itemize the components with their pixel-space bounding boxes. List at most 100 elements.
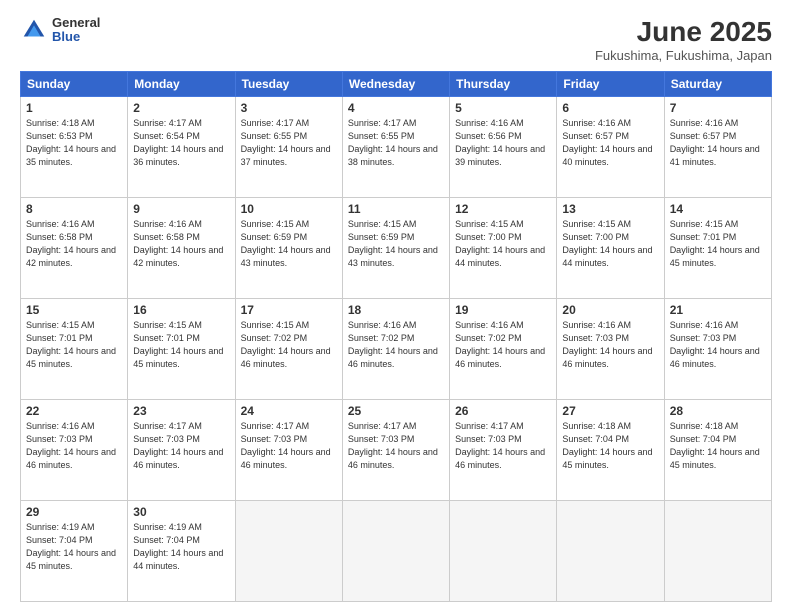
day-info: Sunrise: 4:17 AMSunset: 6:55 PMDaylight:…	[348, 117, 444, 169]
calendar-week-row: 8Sunrise: 4:16 AMSunset: 6:58 PMDaylight…	[21, 198, 772, 299]
calendar-day-17: 17Sunrise: 4:15 AMSunset: 7:02 PMDayligh…	[235, 299, 342, 400]
calendar-day-3: 3Sunrise: 4:17 AMSunset: 6:55 PMDaylight…	[235, 97, 342, 198]
day-number: 11	[348, 202, 444, 216]
day-info: Sunrise: 4:16 AMSunset: 6:56 PMDaylight:…	[455, 117, 551, 169]
calendar-day-13: 13Sunrise: 4:15 AMSunset: 7:00 PMDayligh…	[557, 198, 664, 299]
day-number: 14	[670, 202, 766, 216]
day-number: 25	[348, 404, 444, 418]
day-number: 19	[455, 303, 551, 317]
calendar-day-14: 14 Sunrise: 4:15 AMSunset: 7:01 PMDayligh…	[664, 198, 771, 299]
day-number: 16	[133, 303, 229, 317]
calendar-header-sunday: Sunday	[21, 72, 128, 97]
calendar-day-25: 25Sunrise: 4:17 AMSunset: 7:03 PMDayligh…	[342, 400, 449, 501]
calendar-day-empty	[450, 501, 557, 602]
calendar-day-20: 20 Sunrise: 4:16 AMSunset: 7:03 PMDayligh…	[557, 299, 664, 400]
day-info: Sunrise: 4:18 AMSunset: 6:53 PMDaylight:…	[26, 117, 122, 169]
calendar-day-4: 4 Sunrise: 4:17 AMSunset: 6:55 PMDaylight…	[342, 97, 449, 198]
day-info: Sunrise: 4:16 AMSunset: 7:02 PMDaylight:…	[455, 319, 551, 371]
calendar-day-9: 9 Sunrise: 4:16 AMSunset: 6:58 PMDaylight…	[128, 198, 235, 299]
calendar-week-row: 29 Sunrise: 4:19 AMSunset: 7:04 PMDayligh…	[21, 501, 772, 602]
day-info: Sunrise: 4:15 AMSunset: 7:00 PMDaylight:…	[455, 218, 551, 270]
day-info: Sunrise: 4:16 AMSunset: 7:03 PMDaylight:…	[670, 319, 766, 371]
day-number: 29	[26, 505, 122, 519]
logo-text: General Blue	[52, 16, 100, 45]
day-number: 22	[26, 404, 122, 418]
day-number: 30	[133, 505, 229, 519]
calendar-day-22: 22 Sunrise: 4:16 AMSunset: 7:03 PMDayligh…	[21, 400, 128, 501]
day-info: Sunrise: 4:15 AMSunset: 6:59 PMDaylight:…	[241, 218, 337, 270]
day-number: 21	[670, 303, 766, 317]
calendar-day-10: 10 Sunrise: 4:15 AMSunset: 6:59 PMDayligh…	[235, 198, 342, 299]
day-number: 26	[455, 404, 551, 418]
day-info: Sunrise: 4:18 AMSunset: 7:04 PMDaylight:…	[670, 420, 766, 472]
day-number: 12	[455, 202, 551, 216]
day-info: Sunrise: 4:17 AMSunset: 7:03 PMDaylight:…	[241, 420, 337, 472]
calendar-table: SundayMondayTuesdayWednesdayThursdayFrid…	[20, 71, 772, 602]
title-block: June 2025 Fukushima, Fukushima, Japan	[595, 16, 772, 63]
calendar-header-friday: Friday	[557, 72, 664, 97]
calendar-day-28: 28Sunrise: 4:18 AMSunset: 7:04 PMDayligh…	[664, 400, 771, 501]
logo-general: General	[52, 16, 100, 30]
day-info: Sunrise: 4:15 AMSunset: 7:00 PMDaylight:…	[562, 218, 658, 270]
calendar-day-empty	[342, 501, 449, 602]
day-number: 1	[26, 101, 122, 115]
calendar-day-23: 23 Sunrise: 4:17 AMSunset: 7:03 PMDayligh…	[128, 400, 235, 501]
day-number: 6	[562, 101, 658, 115]
calendar-day-6: 6 Sunrise: 4:16 AMSunset: 6:57 PMDaylight…	[557, 97, 664, 198]
calendar-header-row: SundayMondayTuesdayWednesdayThursdayFrid…	[21, 72, 772, 97]
calendar-day-empty	[235, 501, 342, 602]
day-info: Sunrise: 4:16 AMSunset: 7:03 PMDaylight:…	[26, 420, 122, 472]
day-number: 20	[562, 303, 658, 317]
calendar-day-2: 2 Sunrise: 4:17 AMSunset: 6:54 PMDaylight…	[128, 97, 235, 198]
day-number: 10	[241, 202, 337, 216]
calendar-header-wednesday: Wednesday	[342, 72, 449, 97]
day-info: Sunrise: 4:16 AMSunset: 6:58 PMDaylight:…	[26, 218, 122, 270]
day-number: 9	[133, 202, 229, 216]
calendar-day-21: 21 Sunrise: 4:16 AMSunset: 7:03 PMDayligh…	[664, 299, 771, 400]
day-info: Sunrise: 4:17 AMSunset: 6:54 PMDaylight:…	[133, 117, 229, 169]
logo-icon	[20, 16, 48, 44]
day-info: Sunrise: 4:16 AMSunset: 6:58 PMDaylight:…	[133, 218, 229, 270]
calendar-day-11: 11 Sunrise: 4:15 AMSunset: 6:59 PMDayligh…	[342, 198, 449, 299]
calendar-day-26: 26Sunrise: 4:17 AMSunset: 7:03 PMDayligh…	[450, 400, 557, 501]
calendar-day-19: 19 Sunrise: 4:16 AMSunset: 7:02 PMDayligh…	[450, 299, 557, 400]
day-number: 7	[670, 101, 766, 115]
day-number: 2	[133, 101, 229, 115]
calendar-header-saturday: Saturday	[664, 72, 771, 97]
day-number: 23	[133, 404, 229, 418]
day-info: Sunrise: 4:17 AMSunset: 7:03 PMDaylight:…	[133, 420, 229, 472]
calendar-week-row: 1 Sunrise: 4:18 AMSunset: 6:53 PMDaylight…	[21, 97, 772, 198]
calendar-day-18: 18Sunrise: 4:16 AMSunset: 7:02 PMDayligh…	[342, 299, 449, 400]
calendar-day-24: 24 Sunrise: 4:17 AMSunset: 7:03 PMDayligh…	[235, 400, 342, 501]
header: General Blue June 2025 Fukushima, Fukush…	[20, 16, 772, 63]
day-info: Sunrise: 4:16 AMSunset: 6:57 PMDaylight:…	[670, 117, 766, 169]
calendar-day-16: 16 Sunrise: 4:15 AMSunset: 7:01 PMDayligh…	[128, 299, 235, 400]
calendar-day-7: 7 Sunrise: 4:16 AMSunset: 6:57 PMDaylight…	[664, 97, 771, 198]
day-number: 27	[562, 404, 658, 418]
calendar-day-empty	[557, 501, 664, 602]
day-info: Sunrise: 4:19 AMSunset: 7:04 PMDaylight:…	[26, 521, 122, 573]
day-info: Sunrise: 4:15 AMSunset: 6:59 PMDaylight:…	[348, 218, 444, 270]
day-info: Sunrise: 4:16 AMSunset: 7:03 PMDaylight:…	[562, 319, 658, 371]
day-number: 18	[348, 303, 444, 317]
day-info: Sunrise: 4:15 AMSunset: 7:01 PMDaylight:…	[26, 319, 122, 371]
logo: General Blue	[20, 16, 100, 45]
calendar-day-29: 29 Sunrise: 4:19 AMSunset: 7:04 PMDayligh…	[21, 501, 128, 602]
calendar-day-5: 5Sunrise: 4:16 AMSunset: 6:56 PMDaylight…	[450, 97, 557, 198]
subtitle: Fukushima, Fukushima, Japan	[595, 48, 772, 63]
calendar-week-row: 15Sunrise: 4:15 AMSunset: 7:01 PMDayligh…	[21, 299, 772, 400]
day-info: Sunrise: 4:15 AMSunset: 7:01 PMDaylight:…	[133, 319, 229, 371]
day-number: 4	[348, 101, 444, 115]
calendar-day-empty	[664, 501, 771, 602]
day-info: Sunrise: 4:16 AMSunset: 6:57 PMDaylight:…	[562, 117, 658, 169]
day-info: Sunrise: 4:19 AMSunset: 7:04 PMDaylight:…	[133, 521, 229, 573]
day-info: Sunrise: 4:15 AMSunset: 7:01 PMDaylight:…	[670, 218, 766, 270]
day-number: 3	[241, 101, 337, 115]
day-info: Sunrise: 4:18 AMSunset: 7:04 PMDaylight:…	[562, 420, 658, 472]
calendar-day-1: 1 Sunrise: 4:18 AMSunset: 6:53 PMDaylight…	[21, 97, 128, 198]
calendar-day-27: 27 Sunrise: 4:18 AMSunset: 7:04 PMDayligh…	[557, 400, 664, 501]
day-number: 24	[241, 404, 337, 418]
day-info: Sunrise: 4:15 AMSunset: 7:02 PMDaylight:…	[241, 319, 337, 371]
calendar-day-15: 15Sunrise: 4:15 AMSunset: 7:01 PMDayligh…	[21, 299, 128, 400]
calendar-header-thursday: Thursday	[450, 72, 557, 97]
